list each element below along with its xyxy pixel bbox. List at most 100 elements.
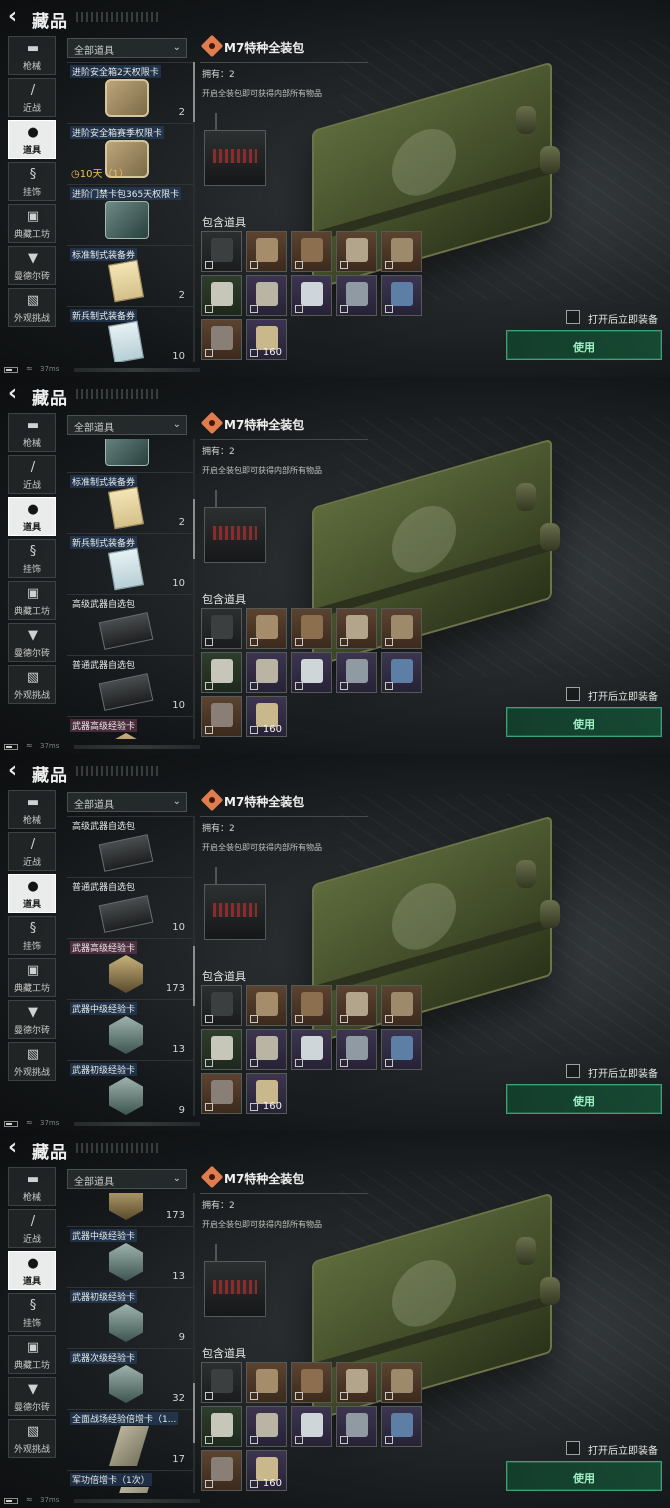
contained-item-slot[interactable]: 160: [246, 1450, 287, 1491]
contained-item-slot[interactable]: [291, 1406, 332, 1447]
category-tab-0[interactable]: ▬ 枪械: [8, 413, 56, 452]
list-item[interactable]: 武器次级经验卡 32: [67, 1348, 193, 1408]
category-tab-0[interactable]: ▬ 枪械: [8, 36, 56, 75]
open-equip-checkbox[interactable]: [566, 310, 580, 324]
category-tab-5[interactable]: ▼ 曼德尔砖: [8, 246, 56, 285]
contained-item-slot[interactable]: [291, 1362, 332, 1403]
contained-item-slot[interactable]: [381, 231, 422, 272]
contained-item-slot[interactable]: [201, 696, 242, 737]
category-tab-3[interactable]: § 挂饰: [8, 916, 56, 955]
item-list-scrollbar[interactable]: [193, 1193, 195, 1493]
contained-item-slot[interactable]: [336, 652, 377, 693]
contained-item-slot[interactable]: [246, 608, 287, 649]
list-item[interactable]: 高级武器自选包: [67, 816, 193, 876]
open-equip-checkbox[interactable]: [566, 1064, 580, 1078]
use-button[interactable]: 使用: [506, 1084, 662, 1114]
category-tab-2[interactable]: ● 道具: [8, 874, 56, 913]
contained-item-slot[interactable]: [336, 985, 377, 1026]
contained-item-slot[interactable]: [201, 275, 242, 316]
list-item[interactable]: 普通武器自选包 10: [67, 655, 193, 715]
contained-item-slot[interactable]: [201, 231, 242, 272]
list-item[interactable]: 高级武器自选包: [67, 594, 193, 654]
contained-item-slot[interactable]: [246, 985, 287, 1026]
contained-item-slot[interactable]: [336, 231, 377, 272]
contained-item-slot[interactable]: 160: [246, 319, 287, 360]
category-tab-0[interactable]: ▬ 枪械: [8, 790, 56, 829]
contained-item-slot[interactable]: [336, 608, 377, 649]
category-tab-1[interactable]: / 近战: [8, 455, 56, 494]
filter-dropdown[interactable]: 全部道具 ⌄: [67, 1169, 187, 1189]
list-item[interactable]: 进阶安全箱赛季权限卡 ◷10天（1）: [67, 123, 193, 183]
contained-item-slot[interactable]: [201, 652, 242, 693]
contained-item-slot[interactable]: [336, 1406, 377, 1447]
list-item[interactable]: 武器高级经验卡: [67, 716, 193, 739]
item-list[interactable]: 高级武器自选包 普通武器自选包 10 武器高级经验卡 173 武器中级经验卡 13 武器初级经…: [67, 816, 195, 1116]
contained-item-slot[interactable]: [381, 608, 422, 649]
contained-item-slot[interactable]: [246, 231, 287, 272]
list-item[interactable]: 武器高级经验卡 173: [67, 938, 193, 998]
list-item[interactable]: 军功倍增卡（1次）: [67, 1470, 193, 1493]
list-item[interactable]: 武器中级经验卡 13: [67, 999, 193, 1059]
list-item[interactable]: 普通武器自选包 10: [67, 877, 193, 937]
contained-item-slot[interactable]: [291, 275, 332, 316]
category-tab-1[interactable]: / 近战: [8, 832, 56, 871]
item-list-scroll-thumb[interactable]: [193, 499, 195, 559]
list-item[interactable]: 标准制式装备券 2: [67, 245, 193, 305]
contained-item-slot[interactable]: [381, 985, 422, 1026]
item-list[interactable]: 进阶安全箱2天权限卡 2 进阶安全箱赛季权限卡 ◷10天（1） 进阶门禁卡包365天权限…: [67, 62, 195, 362]
category-tab-2[interactable]: ● 道具: [8, 120, 56, 159]
list-item[interactable]: 新兵制式装备券 10: [67, 306, 193, 362]
use-button[interactable]: 使用: [506, 1461, 662, 1491]
contained-item-slot[interactable]: [201, 608, 242, 649]
category-tab-4[interactable]: ▣ 典藏工坊: [8, 581, 56, 620]
contained-item-slot[interactable]: [201, 1450, 242, 1491]
contained-item-slot[interactable]: [291, 985, 332, 1026]
category-tab-6[interactable]: ▧ 外观挑战: [8, 1042, 56, 1081]
contained-item-slot[interactable]: [336, 1029, 377, 1070]
contained-item-slot[interactable]: [246, 1406, 287, 1447]
contained-item-slot[interactable]: [291, 231, 332, 272]
contained-item-slot[interactable]: [246, 652, 287, 693]
use-button[interactable]: 使用: [506, 707, 662, 737]
list-item[interactable]: [67, 439, 193, 471]
contained-item-slot[interactable]: [381, 275, 422, 316]
contained-item-slot[interactable]: 160: [246, 1073, 287, 1114]
contained-item-slot[interactable]: [381, 1362, 422, 1403]
back-arrow-icon[interactable]: ‹: [8, 760, 28, 782]
category-tab-5[interactable]: ▼ 曼德尔砖: [8, 1377, 56, 1416]
back-arrow-icon[interactable]: ‹: [8, 1137, 28, 1159]
contained-item-slot[interactable]: [336, 275, 377, 316]
category-tab-2[interactable]: ● 道具: [8, 497, 56, 536]
open-equip-checkbox[interactable]: [566, 1441, 580, 1455]
category-tab-6[interactable]: ▧ 外观挑战: [8, 1419, 56, 1458]
category-tab-3[interactable]: § 挂饰: [8, 162, 56, 201]
filter-dropdown[interactable]: 全部道具 ⌄: [67, 38, 187, 58]
category-tab-0[interactable]: ▬ 枪械: [8, 1167, 56, 1206]
contained-item-slot[interactable]: [291, 652, 332, 693]
category-tab-5[interactable]: ▼ 曼德尔砖: [8, 623, 56, 662]
category-tab-6[interactable]: ▧ 外观挑战: [8, 288, 56, 327]
category-tab-3[interactable]: § 挂饰: [8, 1293, 56, 1332]
contained-item-slot[interactable]: [246, 1029, 287, 1070]
filter-dropdown[interactable]: 全部道具 ⌄: [67, 415, 187, 435]
contained-item-slot[interactable]: [291, 1029, 332, 1070]
category-tab-2[interactable]: ● 道具: [8, 1251, 56, 1290]
contained-item-slot[interactable]: [291, 608, 332, 649]
contained-item-slot[interactable]: 160: [246, 696, 287, 737]
list-item[interactable]: 进阶门禁卡包365天权限卡: [67, 184, 193, 244]
back-arrow-icon[interactable]: ‹: [8, 383, 28, 405]
category-tab-1[interactable]: / 近战: [8, 78, 56, 117]
contained-item-slot[interactable]: [336, 1362, 377, 1403]
contained-item-slot[interactable]: [381, 1406, 422, 1447]
list-item[interactable]: 进阶安全箱2天权限卡 2: [67, 62, 193, 122]
list-item[interactable]: 标准制式装备券 2: [67, 472, 193, 532]
category-tab-1[interactable]: / 近战: [8, 1209, 56, 1248]
category-tab-6[interactable]: ▧ 外观挑战: [8, 665, 56, 704]
category-tab-3[interactable]: § 挂饰: [8, 539, 56, 578]
contained-item-slot[interactable]: [201, 985, 242, 1026]
item-list-scroll-thumb[interactable]: [193, 62, 195, 122]
list-item[interactable]: 新兵制式装备券 10: [67, 533, 193, 593]
category-tab-4[interactable]: ▣ 典藏工坊: [8, 204, 56, 243]
item-list-scrollbar[interactable]: [193, 439, 195, 739]
category-tab-5[interactable]: ▼ 曼德尔砖: [8, 1000, 56, 1039]
